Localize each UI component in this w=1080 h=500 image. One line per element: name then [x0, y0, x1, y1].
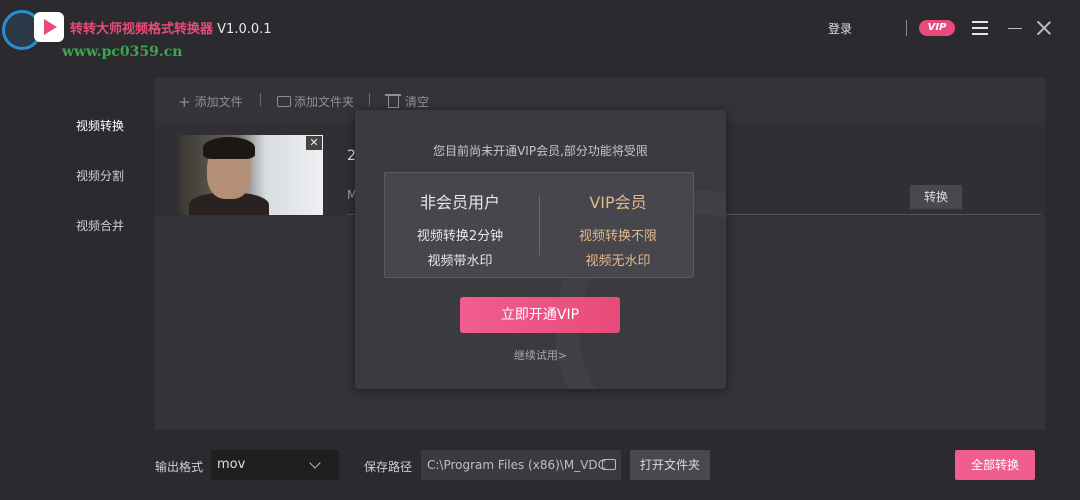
save-path-label: 保存路径: [364, 460, 413, 474]
add-folder-button[interactable]: 添加文件夹: [277, 93, 354, 110]
minimize-icon[interactable]: [1008, 28, 1022, 29]
toolbar-divider: [369, 93, 370, 106]
continue-trial-link[interactable]: 继续试用>: [355, 347, 726, 363]
open-vip-button[interactable]: 立即开通VIP: [460, 297, 620, 333]
folder-icon: [277, 96, 291, 107]
app-title: 转转大师视频格式转换器 V1.0.0.1: [70, 18, 272, 37]
video-thumbnail: [179, 135, 323, 215]
toolbar-divider: [260, 93, 261, 106]
header-divider: [906, 20, 907, 36]
open-folder-button[interactable]: 打开文件夹: [630, 450, 710, 480]
vip-upsell-dialog: 您目前尚未开通VIP会员,部分功能将受限 非会员用户 视频转换2分钟 视频带水印…: [355, 110, 726, 389]
add-folder-label: 添加文件夹: [294, 95, 355, 109]
output-format-label: 输出格式: [155, 460, 204, 474]
sidebar-item-video-merge[interactable]: 视频合并: [76, 217, 124, 234]
vip-member-title: VIP会员: [589, 193, 647, 212]
login-button[interactable]: 登录: [828, 20, 852, 37]
title-bar: 转转大师视频格式转换器 V1.0.0.1 www.pc0359.cn 登录 VI…: [0, 0, 1080, 60]
site-watermark: www.pc0359.cn: [62, 44, 183, 60]
free-user-limit-1: 视频转换2分钟: [416, 229, 504, 244]
app-version: V1.0.0.1: [217, 22, 272, 37]
app-logo-icon: [34, 12, 64, 42]
membership-comparison: 非会员用户 视频转换2分钟 视频带水印 VIP会员 视频转换不限 视频无水印: [384, 172, 694, 278]
free-user-limit-2: 视频带水印: [427, 254, 493, 269]
app-name: 转转大师视频格式转换器: [70, 22, 214, 37]
convert-button[interactable]: 转换: [910, 185, 962, 209]
remove-file-button[interactable]: ✕: [306, 136, 322, 150]
plus-icon: +: [178, 93, 191, 111]
add-file-label: 添加文件: [194, 95, 243, 109]
comparison-divider: [539, 195, 540, 255]
sidebar-item-video-split[interactable]: 视频分割: [76, 167, 124, 184]
convert-all-button[interactable]: 全部转换: [955, 450, 1035, 480]
vip-badge-button[interactable]: VIP: [919, 20, 955, 36]
folder-icon[interactable]: [602, 459, 616, 470]
output-format-select[interactable]: mov: [211, 450, 339, 480]
free-user-title: 非会员用户: [419, 193, 500, 212]
vip-notice-text: 您目前尚未开通VIP会员,部分功能将受限: [433, 144, 648, 158]
close-icon[interactable]: [1036, 20, 1052, 36]
vip-benefit-1: 视频转换不限: [578, 229, 657, 244]
vip-benefit-2: 视频无水印: [585, 254, 651, 269]
save-path-field[interactable]: C:\Program Files (x86)\M_VDC: [421, 450, 621, 480]
sidebar-item-video-convert[interactable]: 视频转换: [76, 117, 124, 134]
trash-icon: [385, 94, 401, 108]
menu-icon[interactable]: [972, 21, 988, 35]
clear-label: 清空: [405, 95, 430, 109]
add-file-button[interactable]: + 添加文件: [178, 93, 243, 111]
clear-button[interactable]: 清空: [385, 93, 430, 110]
